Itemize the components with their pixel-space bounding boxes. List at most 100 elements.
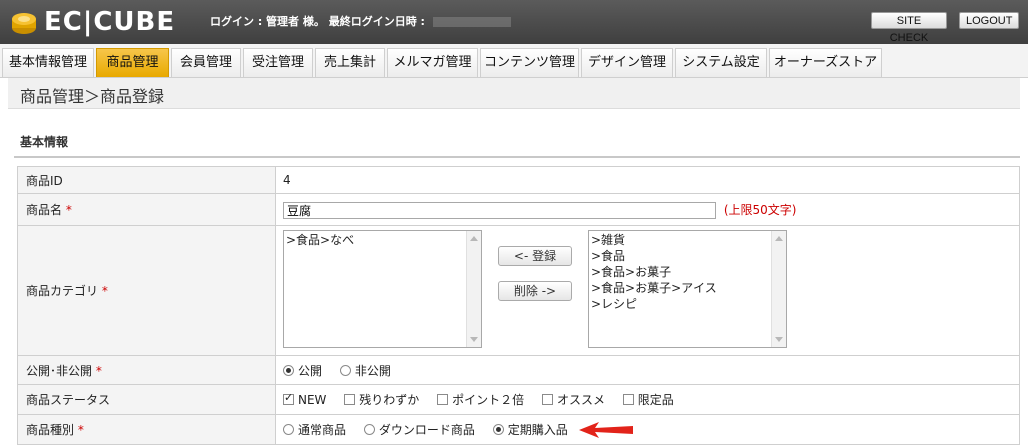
scroll-down-icon[interactable] bbox=[775, 336, 783, 342]
status-label: 商品ステータス bbox=[17, 384, 276, 415]
status-option-label: オススメ bbox=[556, 393, 605, 407]
scrollbar[interactable] bbox=[466, 230, 481, 347]
row-product-name: 商品名 * (上限50文字) bbox=[17, 193, 1020, 226]
list-item[interactable]: >雑貨 bbox=[591, 232, 784, 248]
nav-owners-store[interactable]: オーナーズストア bbox=[769, 48, 882, 77]
publish-option-private[interactable]: 非公開 bbox=[339, 362, 391, 379]
category-label: 商品カテゴリ * bbox=[17, 225, 276, 356]
status-option-label: ポイント２倍 bbox=[452, 393, 525, 407]
product-name-limit: (上限50文字) bbox=[723, 202, 797, 217]
type-option-download[interactable]: ダウンロード商品 bbox=[363, 421, 475, 438]
type-option-subscription[interactable]: 定期購入品 bbox=[492, 421, 568, 438]
list-item[interactable]: >食品>お菓子 bbox=[591, 264, 784, 280]
status-option-label: 限定品 bbox=[637, 393, 674, 407]
status-option-limited[interactable]: 限定品 bbox=[622, 391, 674, 408]
row-category: 商品カテゴリ * >食品>なべ <- 登録 削除 -> >雑貨 >食品 >食品>… bbox=[17, 225, 1020, 356]
required-mark: * bbox=[65, 203, 72, 217]
page-title-bar: 商品管理＞商品登録 bbox=[8, 78, 1020, 109]
product-id-value: 4 bbox=[275, 166, 1020, 194]
radio-private[interactable] bbox=[339, 364, 351, 376]
product-name-input[interactable] bbox=[283, 201, 716, 219]
main-nav: 基本情報管理 商品管理 会員管理 受注管理 売上集計 メルマガ管理 コンテンツ管… bbox=[0, 44, 1028, 78]
product-name-cell: (上限50文字) bbox=[275, 193, 1020, 226]
type-option-label: 定期購入品 bbox=[507, 423, 568, 437]
page-title: 商品管理＞商品登録 bbox=[20, 87, 165, 106]
status-option-recommend[interactable]: オススメ bbox=[541, 391, 605, 408]
checkbox-few-left[interactable] bbox=[344, 394, 356, 405]
nav-members[interactable]: 会員管理 bbox=[171, 48, 241, 77]
type-option-label: 通常商品 bbox=[298, 423, 347, 437]
nav-basic-info[interactable]: 基本情報管理 bbox=[2, 48, 94, 77]
status-option-label: 残りわずか bbox=[359, 393, 420, 407]
status-option-double-points[interactable]: ポイント２倍 bbox=[437, 391, 524, 408]
selected-category-items: >食品>なべ bbox=[284, 231, 481, 249]
logout-button[interactable]: LOGOUT bbox=[959, 12, 1019, 29]
category-cell: >食品>なべ <- 登録 削除 -> >雑貨 >食品 >食品>お菓子 >食品>お… bbox=[275, 225, 1020, 356]
list-item[interactable]: >食品>なべ bbox=[286, 232, 479, 248]
checkbox-double-points[interactable] bbox=[437, 394, 449, 405]
nav-mailmag[interactable]: メルマガ管理 bbox=[387, 48, 478, 77]
logo-text: EC|CUBE bbox=[44, 7, 176, 37]
product-id-label: 商品ID bbox=[17, 166, 276, 194]
scroll-up-icon[interactable] bbox=[470, 235, 478, 241]
site-check-button[interactable]: SITE CHECK bbox=[871, 12, 947, 44]
list-item[interactable]: >レシピ bbox=[591, 296, 784, 312]
red-arrow-icon bbox=[579, 422, 633, 438]
nav-contents[interactable]: コンテンツ管理 bbox=[480, 48, 579, 77]
login-info-text: ログイン : 管理者 様。 最終ログイン日時 : bbox=[210, 15, 425, 28]
product-type-label: 商品種別 * bbox=[17, 414, 276, 445]
radio-normal[interactable] bbox=[283, 424, 294, 435]
register-category-button[interactable]: <- 登録 bbox=[498, 245, 572, 266]
nav-sales[interactable]: 売上集計 bbox=[315, 48, 385, 77]
required-mark: * bbox=[101, 284, 108, 298]
nav-products[interactable]: 商品管理 bbox=[96, 48, 169, 77]
scroll-down-icon[interactable] bbox=[470, 336, 478, 342]
checkbox-limited[interactable] bbox=[622, 394, 634, 405]
publish-label: 公開･非公開 * bbox=[17, 355, 276, 385]
product-type-label-text: 商品種別 bbox=[26, 423, 75, 437]
scrollbar[interactable] bbox=[771, 230, 786, 347]
available-category-list[interactable]: >雑貨 >食品 >食品>お菓子 >食品>お菓子>アイス >レシピ bbox=[588, 229, 787, 348]
available-category-items: >雑貨 >食品 >食品>お菓子 >食品>お菓子>アイス >レシピ bbox=[589, 231, 786, 313]
product-type-cell: 通常商品 ダウンロード商品 定期購入品 bbox=[275, 414, 1020, 445]
selected-category-list[interactable]: >食品>なべ bbox=[283, 229, 482, 348]
required-mark: * bbox=[95, 363, 102, 378]
status-cell: NEW 残りわずか ポイント２倍 オススメ 限定品 bbox=[275, 384, 1020, 415]
category-picker: >食品>なべ <- 登録 削除 -> >雑貨 >食品 >食品>お菓子 >食品>お… bbox=[283, 229, 1019, 352]
checkbox-recommend[interactable] bbox=[541, 394, 553, 405]
radio-public[interactable] bbox=[283, 364, 294, 376]
delete-category-button[interactable]: 削除 -> bbox=[498, 280, 572, 301]
section-divider bbox=[14, 156, 1020, 158]
category-label-text: 商品カテゴリ bbox=[26, 284, 99, 298]
list-item[interactable]: >食品 bbox=[591, 248, 784, 264]
checkbox-new[interactable] bbox=[283, 391, 294, 405]
radio-download[interactable] bbox=[363, 424, 375, 435]
publish-cell: 公開 非公開 bbox=[275, 355, 1020, 385]
type-option-label: ダウンロード商品 bbox=[378, 423, 475, 437]
status-option-few-left[interactable]: 残りわずか bbox=[344, 391, 419, 408]
publish-label-text: 公開･非公開 bbox=[26, 363, 93, 378]
scroll-up-icon[interactable] bbox=[775, 235, 783, 241]
radio-subscription[interactable] bbox=[492, 424, 504, 435]
product-form-table: 商品ID 4 商品名 * (上限50文字) 商品カテゴリ * >食品>なべ bbox=[17, 166, 1020, 445]
status-label-text: 商品ステータス bbox=[26, 393, 111, 407]
top-header: EC|CUBE ログイン : 管理者 様。 最終ログイン日時 : SITE CH… bbox=[0, 0, 1028, 44]
nav-system[interactable]: システム設定 bbox=[675, 48, 767, 77]
masked-datetime bbox=[432, 17, 511, 27]
login-info: ログイン : 管理者 様。 最終ログイン日時 : bbox=[210, 13, 511, 29]
eccube-logo[interactable]: EC|CUBE bbox=[10, 7, 175, 37]
list-item[interactable]: >食品>お菓子>アイス bbox=[591, 280, 784, 296]
required-mark: * bbox=[77, 423, 84, 437]
type-option-normal[interactable]: 通常商品 bbox=[283, 421, 346, 438]
cube-logo-icon bbox=[10, 8, 38, 36]
status-option-new[interactable]: NEW bbox=[283, 391, 327, 407]
product-id-label-text: 商品ID bbox=[26, 173, 63, 188]
product-name-label-text: 商品名 bbox=[26, 203, 63, 217]
status-option-label: NEW bbox=[298, 392, 327, 407]
row-publish: 公開･非公開 * 公開 非公開 bbox=[17, 355, 1020, 385]
product-name-label: 商品名 * bbox=[17, 193, 276, 226]
nav-design[interactable]: デザイン管理 bbox=[581, 48, 673, 77]
publish-option-label: 非公開 bbox=[354, 363, 391, 378]
nav-orders[interactable]: 受注管理 bbox=[243, 48, 313, 77]
publish-option-public[interactable]: 公開 bbox=[283, 362, 322, 379]
